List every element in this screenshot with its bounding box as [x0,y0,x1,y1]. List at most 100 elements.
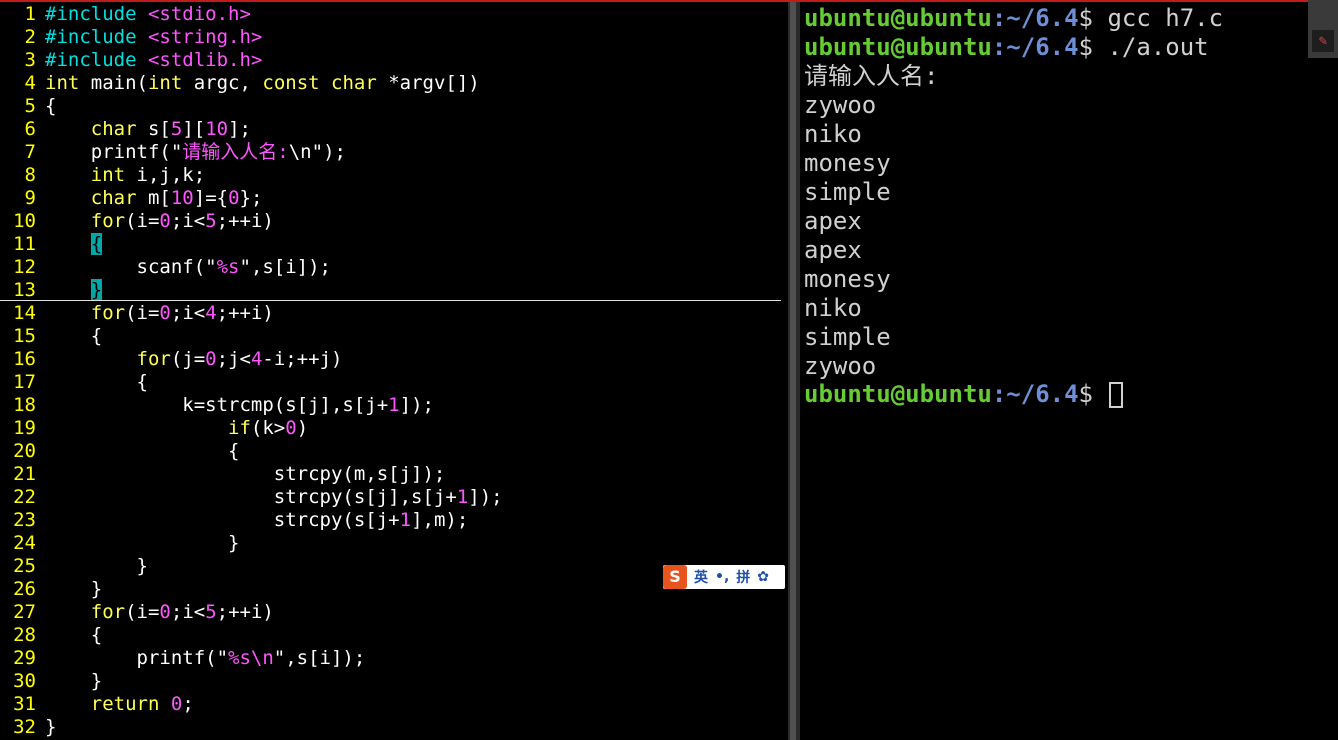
code-text: for(i=0;i<4;++i) [90,302,274,324]
prompt-user: ubuntu@ubuntu [804,33,992,61]
line-number: 6 [24,118,36,140]
line-number: 9 [24,187,36,209]
code-line[interactable]: 24 } [0,532,788,555]
code-text: } [45,555,148,577]
line-number: 17 [13,371,36,393]
vim-editor-pane[interactable]: 1 #include <stdio.h> 2 #include <string.h> 3… [0,2,788,740]
prompt-symbol: $ [1078,380,1093,408]
code-line[interactable]: 21 strcpy(m,s[j]); [0,463,788,486]
code-line[interactable]: 10 for(i=0;i<5;++i) [0,210,788,233]
line-number: 8 [24,164,36,186]
terminal-line-prompt[interactable]: ubuntu@ubuntu:~/6.4$ [804,380,1124,409]
line-number: 7 [24,141,36,163]
code-line[interactable]: 2 #include <string.h> [0,26,788,49]
line-number: 5 [24,95,36,117]
code-line[interactable]: 18 k=strcmp(s[j],s[j+1]); [0,394,788,417]
cursor-line-underline [0,300,781,301]
code-line[interactable]: 12 scanf("%s",s[i]); [0,256,788,279]
code-line[interactable]: 14 for(i=0;i<4;++i) [0,302,788,325]
terminal-pane[interactable]: ubuntu@ubuntu:~/6.4$ gcc h7.c ubuntu@ubu… [800,2,1338,740]
code-text: scanf("%s",s[i]); [45,256,332,278]
ime-toolbar[interactable]: S 英 •, 拼 ✿ [663,565,785,589]
code-line[interactable]: 20 { [0,440,788,463]
line-number: 4 [24,72,36,94]
line-number: 28 [13,624,36,646]
code-text: { [45,325,103,347]
line-number: 30 [13,670,36,692]
prompt-user: ubuntu@ubuntu [804,4,992,32]
code-line[interactable]: 11 { [0,233,788,256]
code-text: int i,j,k; [90,164,206,186]
line-number: 19 [13,417,36,439]
line-number: 20 [13,440,36,462]
code-text: { [45,624,103,646]
code-line[interactable]: 1 #include <stdio.h> [0,3,788,26]
line-number: 22 [13,486,36,508]
code-line[interactable]: 32} [0,716,788,739]
code-text: int main(int argc, const char *argv[]) [45,72,480,94]
code-text: { [90,233,103,255]
line-number: 11 [13,233,36,255]
line-number: 1 [24,3,36,25]
code-line[interactable]: 7 printf("请输入人名:\n"); [0,141,788,164]
pane-divider[interactable] [788,2,800,740]
line-number: 23 [13,509,36,531]
line-number: 13 [13,279,36,301]
line-number: 26 [13,578,36,600]
line-number: 31 [13,693,36,715]
terminal-output-line: simple [804,178,891,206]
code-line[interactable]: 23 strcpy(s[j+1],m); [0,509,788,532]
code-line[interactable]: 9 char m[10]={0}; [0,187,788,210]
code-text: #include <stdlib.h> [45,49,263,71]
code-text: strcpy(s[j+1],m); [45,509,469,531]
prompt-symbol: $ [1078,4,1093,32]
line-number: 10 [13,210,36,232]
code-text: char s[5][10]; [90,118,251,140]
code-line[interactable]: 8 int i,j,k; [0,164,788,187]
code-line[interactable]: 4 int main(int argc, const char *argv[]) [0,72,788,95]
code-text: strcpy(m,s[j]); [45,463,446,485]
terminal-line-cmd-2: ubuntu@ubuntu:~/6.4$ ./a.out [804,33,1209,62]
terminal-cursor [1109,382,1124,408]
prompt-path: :~/6.4 [991,380,1079,408]
code-text: if(k>0) [228,417,309,439]
prompt-path: :~/6.4 [991,4,1079,32]
code-line[interactable]: 17 { [0,371,788,394]
code-line[interactable]: 16 for(j=0;j<4-i;++j) [0,348,788,371]
sogou-logo-icon[interactable]: S [663,565,687,589]
ime-mode-english[interactable]: 英 [694,567,708,587]
code-text: } [45,578,103,600]
code-line[interactable]: 6 char s[5][10]; [0,118,788,141]
line-number: 29 [13,647,36,669]
terminal-output-line: 请输入人名: [804,62,939,90]
code-line[interactable]: 27 for(i=0;i<5;++i) [0,601,788,624]
code-line[interactable]: 3 #include <stdlib.h> [0,49,788,72]
terminal-output-line: apex [804,236,862,264]
code-text: char m[10]={0}; [90,187,263,209]
code-line[interactable]: 5{ [0,95,788,118]
line-number: 2 [24,26,36,48]
code-line[interactable]: 22 strcpy(s[j],s[j+1]); [0,486,788,509]
terminal-output-line: niko [804,294,862,322]
terminal-output-line: niko [804,120,862,148]
code-line[interactable]: 30 } [0,670,788,693]
tray-app-icon[interactable]: ✎ [1312,30,1334,52]
code-line[interactable]: 28 { [0,624,788,647]
ime-punctuation-icon[interactable]: •, [715,569,729,585]
terminal-output-line: zywoo [804,352,877,380]
code-line[interactable]: 15 { [0,325,788,348]
code-text: printf("%s\n",s[i]); [45,647,366,669]
line-number: 15 [13,325,36,347]
code-line[interactable]: 31 return 0; [0,693,788,716]
code-text: for(j=0;j<4-i;++j) [136,348,343,370]
code-line[interactable]: 29 printf("%s\n",s[i]); [0,647,788,670]
code-text: strcpy(s[j],s[j+1]); [45,486,503,508]
code-line[interactable]: 13 } [0,279,788,302]
ime-settings-icon[interactable]: ✿ [757,569,769,585]
terminal-output-line: simple [804,323,891,351]
code-text: { [45,440,240,462]
ime-pinyin[interactable]: 拼 [736,567,750,587]
line-number: 32 [13,716,36,738]
code-line[interactable]: 19 if(k>0) [0,417,788,440]
pane-divider-handle[interactable] [790,2,796,740]
